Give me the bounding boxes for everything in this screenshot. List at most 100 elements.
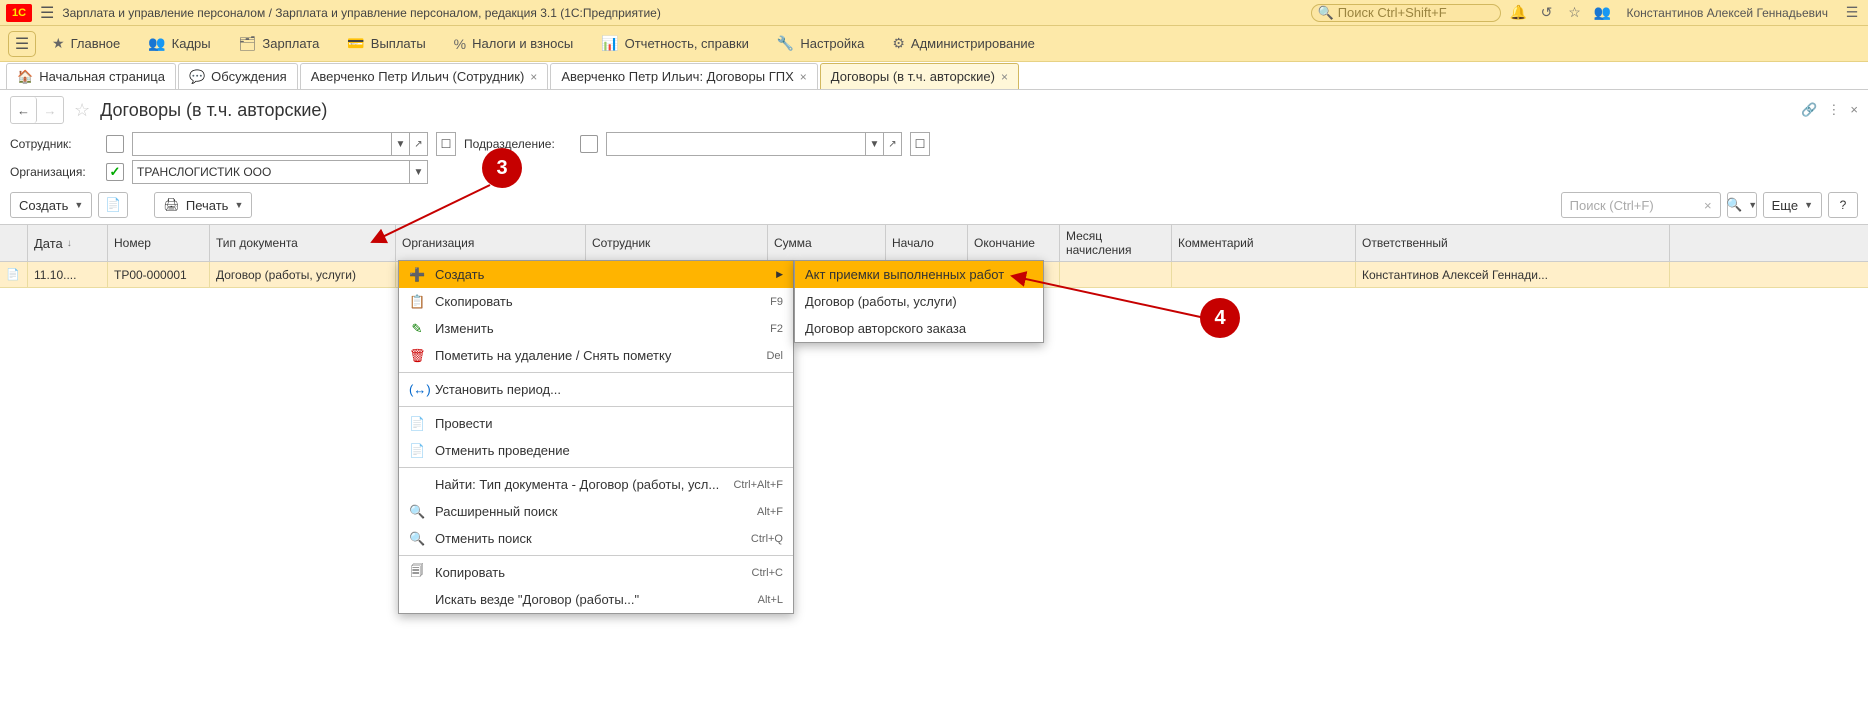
sub-akt-label: Акт приемки выполненных работ — [805, 267, 1004, 282]
ctx-edit-shortcut: F2 — [770, 323, 783, 335]
col-date[interactable]: Дата↓ — [28, 225, 108, 261]
tab-home-label: Начальная страница — [39, 69, 165, 84]
section-payout[interactable]: 💳Выплаты — [333, 26, 439, 62]
ctx-edit[interactable]: ✎ИзменитьF2 — [399, 315, 793, 342]
sub-dogovor[interactable]: Договор (работы, услуги) — [795, 288, 1043, 315]
context-submenu-create[interactable]: Акт приемки выполненных работ Договор (р… — [794, 260, 1044, 343]
ctx-searchall[interactable]: Искать везде "Договор (работы..."Alt+L — [399, 586, 793, 613]
col-comment[interactable]: Комментарий — [1172, 225, 1356, 261]
col-end[interactable]: Окончание — [968, 225, 1060, 261]
ctx-unpost-label: Отменить проведение — [435, 443, 570, 458]
sub-dogovor-label: Договор (работы, услуги) — [805, 294, 957, 309]
section-main-label: Главное — [71, 36, 121, 51]
section-salary[interactable]: 🗂Зарплата — [225, 26, 334, 62]
copy2-icon: 🗐 — [409, 562, 425, 584]
tab-chat-label: Обсуждения — [211, 69, 287, 84]
organization-filter-checkbox[interactable] — [106, 163, 124, 181]
col-sum[interactable]: Сумма — [768, 225, 886, 261]
close-icon[interactable]: × — [530, 70, 537, 84]
find-button[interactable]: 🔍▼ — [1727, 192, 1757, 218]
col-employee[interactable]: Сотрудник — [586, 225, 768, 261]
close-page-icon[interactable]: × — [1850, 102, 1858, 118]
col-org[interactable]: Организация — [396, 225, 586, 261]
section-main[interactable]: ★Главное — [38, 26, 134, 62]
col-month[interactable]: Месяц начисления — [1060, 225, 1172, 261]
chevron-down-icon[interactable]: ▼ — [865, 133, 883, 155]
col-responsible[interactable]: Ответственный — [1356, 225, 1670, 261]
create-button[interactable]: Создать▼ — [10, 192, 92, 218]
more-button-label: Еще — [1772, 198, 1798, 213]
ext-employee-icon[interactable]: ☐ — [436, 132, 456, 156]
employee-filter-input[interactable]: ▼ ↗ — [132, 132, 428, 156]
star-icon[interactable]: ☆ — [1565, 4, 1585, 21]
sub-dogovor-author[interactable]: Договор авторского заказа — [795, 315, 1043, 342]
ctx-find[interactable]: Найти: Тип документа - Договор (работы, … — [399, 471, 793, 498]
employee-filter-checkbox[interactable] — [106, 135, 124, 153]
more-icon[interactable]: ⋮ — [1827, 102, 1840, 118]
history-icon[interactable]: ↺ — [1537, 4, 1557, 21]
favorite-star-icon[interactable]: ☆ — [74, 100, 90, 121]
section-menu-icon[interactable]: ☰ — [8, 31, 36, 57]
tab-employee-label: Аверченко Петр Ильич (Сотрудник) — [311, 69, 525, 84]
col-start[interactable]: Начало — [886, 225, 968, 261]
separator — [399, 406, 793, 407]
sub-akt[interactable]: Акт приемки выполненных работ — [795, 261, 1043, 288]
close-icon[interactable]: × — [1001, 70, 1008, 84]
annotation-badge-3: 3 — [482, 148, 522, 188]
ctx-copy2[interactable]: 🗐КопироватьCtrl+C — [399, 559, 793, 586]
ctx-cancelsearch[interactable]: 🔍Отменить поискCtrl+Q — [399, 525, 793, 552]
open-ref-icon[interactable]: ↗ — [409, 133, 427, 155]
division-filter-input[interactable]: ▼ ↗ — [606, 132, 902, 156]
section-kadry[interactable]: 👥Кадры — [134, 26, 224, 62]
ctx-copy[interactable]: 📋СкопироватьF9 — [399, 288, 793, 315]
cell-comment — [1172, 262, 1356, 287]
bell-icon[interactable]: 🔔 — [1509, 4, 1529, 21]
back-button[interactable]: ← — [11, 97, 37, 123]
ctx-period[interactable]: (↔)Установить период... — [399, 376, 793, 403]
sub-dogovor-author-label: Договор авторского заказа — [805, 321, 966, 336]
division-filter-checkbox[interactable] — [580, 135, 598, 153]
ctx-create[interactable]: ➕Создать — [399, 261, 793, 288]
refresh-button[interactable]: 📄 — [98, 192, 128, 218]
ctx-unpost[interactable]: 📄Отменить проведение — [399, 437, 793, 464]
open-ref-icon[interactable]: ↗ — [883, 133, 901, 155]
print-button[interactable]: 🖨Печать▼ — [154, 192, 252, 218]
section-reports[interactable]: 📊Отчетность, справки — [587, 26, 763, 62]
main-menu-icon[interactable]: ☰ — [40, 3, 54, 23]
ext-division-icon[interactable]: ☐ — [910, 132, 930, 156]
context-menu[interactable]: ➕Создать 📋СкопироватьF9 ✎ИзменитьF2 🗑Пом… — [398, 260, 794, 614]
ctx-post[interactable]: 📄Провести — [399, 410, 793, 437]
col-doctype[interactable]: Тип документа — [210, 225, 396, 261]
search-icon: 🔍 — [409, 504, 425, 520]
col-number[interactable]: Номер — [108, 225, 210, 261]
chevron-down-icon: ▼ — [74, 200, 83, 210]
clear-icon[interactable]: × — [1704, 198, 1712, 213]
ctx-find-label: Найти: Тип документа - Договор (работы, … — [435, 477, 719, 492]
tab-employee[interactable]: Аверченко Петр Ильич (Сотрудник) × — [300, 63, 549, 89]
ctx-advsearch[interactable]: 🔍Расширенный поискAlt+F — [399, 498, 793, 525]
menu-icon[interactable]: ☰ — [1842, 4, 1862, 21]
link-icon[interactable]: 🔗 — [1801, 102, 1817, 118]
app-title: Зарплата и управление персоналом / Зарпл… — [62, 6, 661, 20]
current-user[interactable]: Константинов Алексей Геннадьевич — [1621, 6, 1835, 20]
chevron-down-icon[interactable]: ▼ — [391, 133, 409, 155]
tab-home[interactable]: 🏠 Начальная страница — [6, 63, 176, 89]
users-icon[interactable]: 👥 — [1593, 4, 1613, 21]
chevron-down-icon[interactable]: ▼ — [409, 161, 427, 183]
global-search-input[interactable]: 🔍 Поиск Ctrl+Shift+F — [1311, 4, 1501, 22]
ctx-deletemark[interactable]: 🗑Пометить на удаление / Снять пометкуDel — [399, 342, 793, 369]
section-settings[interactable]: 🔧Настройка — [763, 26, 878, 62]
separator — [399, 372, 793, 373]
tab-contracts[interactable]: Договоры (в т.ч. авторские)× — [820, 63, 1019, 89]
home-icon: 🏠 — [17, 69, 33, 85]
section-admin[interactable]: ⚙Администрирование — [878, 26, 1049, 62]
organization-filter-input[interactable]: ТРАНСЛОГИСТИК ООО ▼ — [132, 160, 428, 184]
tab-contracts-gph[interactable]: Аверченко Петр Ильич: Договоры ГПХ× — [550, 63, 817, 89]
help-button[interactable]: ? — [1828, 192, 1858, 218]
close-icon[interactable]: × — [800, 70, 807, 84]
filter-row-2: Организация: ТРАНСЛОГИСТИК ООО ▼ — [0, 158, 1868, 186]
tab-chat[interactable]: 💬Обсуждения — [178, 63, 298, 89]
section-tax[interactable]: %Налоги и взносы — [440, 26, 588, 62]
more-button[interactable]: Еще▼ — [1763, 192, 1822, 218]
search-input[interactable]: Поиск (Ctrl+F) × — [1561, 192, 1721, 218]
